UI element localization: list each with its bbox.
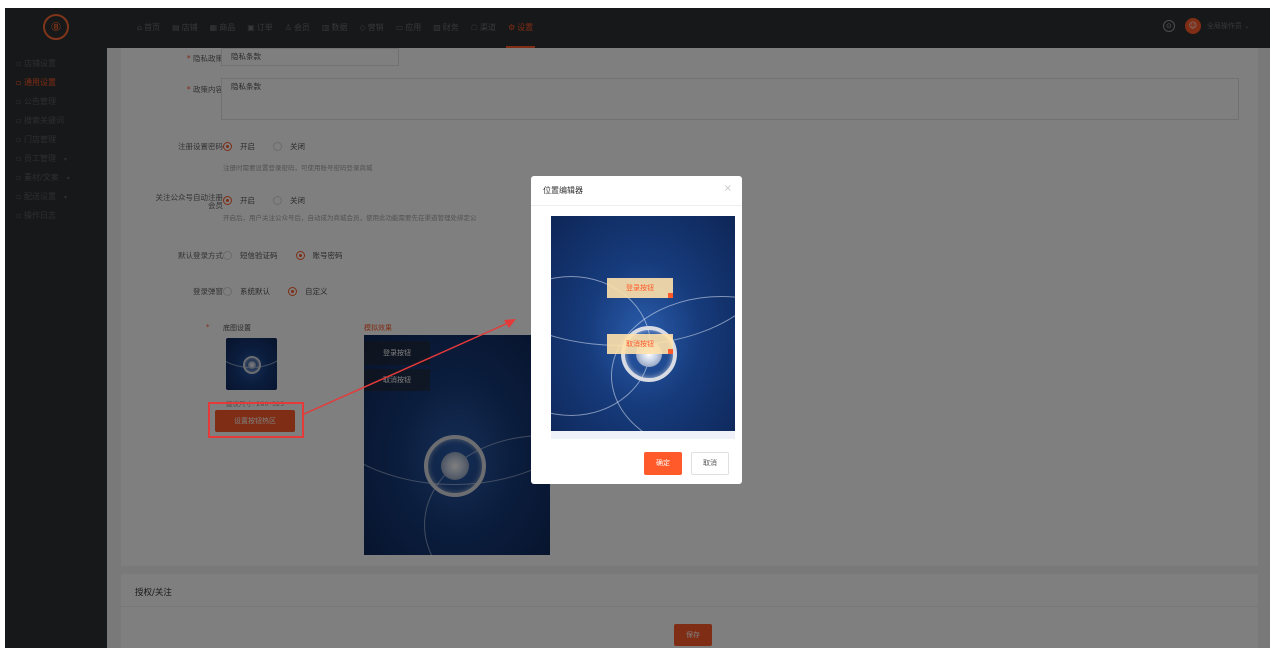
- canvas-scroll-strip: [551, 431, 735, 439]
- confirm-button[interactable]: 确定: [644, 452, 682, 475]
- cancel-button[interactable]: 取消: [691, 452, 729, 475]
- dialog-title: 位置编辑器: [543, 186, 583, 195]
- login-hotspot[interactable]: 登录按钮: [607, 278, 673, 298]
- position-editor-dialog: 位置编辑器 × 登录按钮 取消按钮 确定 取消: [531, 176, 742, 484]
- editor-canvas-image[interactable]: 登录按钮 取消按钮: [551, 216, 735, 431]
- cancel-hotspot[interactable]: 取消按钮: [607, 334, 673, 354]
- dialog-divider: [531, 205, 742, 206]
- annotation-highlight-box: [208, 402, 304, 438]
- close-icon[interactable]: ×: [724, 183, 732, 194]
